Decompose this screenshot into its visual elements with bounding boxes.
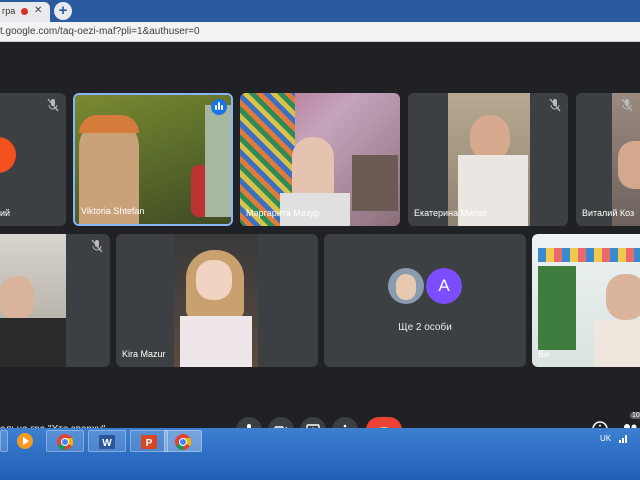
- participant-tile[interactable]: Kira Mazur: [116, 234, 318, 367]
- svg-text:P: P: [146, 438, 153, 449]
- video-feed: [612, 93, 640, 226]
- chrome-icon: [57, 434, 74, 451]
- mic-off-icon: [47, 98, 59, 112]
- chrome-icon: [175, 434, 192, 451]
- new-tab-button[interactable]: +: [54, 2, 72, 20]
- face-shape: [196, 260, 232, 300]
- hair-shape: [79, 115, 139, 133]
- word-taskbar-button[interactable]: W: [88, 430, 126, 452]
- taskbar-item[interactable]: [0, 430, 8, 452]
- participant-name: Екатерина Милет: [414, 208, 488, 218]
- person-silhouette: [618, 141, 640, 189]
- address-bar[interactable]: t.google.com/taq-oezi-maf?pli=1&authuser…: [0, 22, 640, 42]
- meeting-stage: ий Viktoria Shtefan Маргарита Мазур Екат…: [0, 43, 640, 426]
- avatar: A: [426, 268, 462, 304]
- participant-name: ий: [0, 208, 11, 218]
- participant-tile[interactable]: Ви: [532, 234, 640, 367]
- person-silhouette: [606, 274, 640, 320]
- powerpoint-icon: P: [141, 435, 157, 449]
- video-feed: [174, 234, 258, 367]
- avatar-letter: A: [438, 276, 450, 295]
- board-shape: [538, 266, 576, 350]
- recording-indicator-icon: [21, 8, 28, 15]
- participant-tile[interactable]: Виталий Коз: [576, 93, 640, 226]
- clothing-shape: [0, 318, 66, 367]
- url-text: t.google.com/taq-oezi-maf?pli=1&authuser…: [0, 26, 200, 37]
- video-feed: [75, 95, 231, 224]
- participant-name: Ви: [538, 349, 550, 359]
- shirt-shape: [594, 320, 640, 367]
- participant-tile[interactable]: [0, 234, 110, 367]
- tab-title: гра: [2, 6, 16, 16]
- wall-decor-shape: [538, 248, 640, 262]
- more-participants-label: Ще 2 особи: [398, 322, 452, 333]
- word-icon: W: [99, 435, 115, 449]
- mic-off-icon: [621, 98, 633, 112]
- video-feed: [0, 234, 66, 367]
- person-silhouette: [292, 137, 334, 197]
- video-feed: [240, 93, 400, 226]
- participant-count-badge: 10: [630, 412, 640, 419]
- participant-tile[interactable]: Viktoria Shtefan: [73, 93, 233, 226]
- person-silhouette: [0, 276, 34, 320]
- participant-tile[interactable]: A Ще 2 особи: [324, 234, 526, 367]
- browser-tab-strip: гра ✕ +: [0, 0, 640, 22]
- participant-tile[interactable]: Маргарита Мазур: [240, 93, 400, 226]
- shelf-shape: [352, 155, 398, 211]
- media-player-icon: [17, 433, 33, 449]
- chrome-taskbar-button[interactable]: [46, 430, 84, 452]
- video-feed: [532, 234, 640, 367]
- participant-tile[interactable]: Екатерина Милет: [408, 93, 568, 226]
- avatar: [0, 137, 16, 173]
- participant-name: Kira Mazur: [122, 349, 166, 359]
- participant-name: Виталий Коз: [582, 208, 635, 218]
- powerpoint-taskbar-button[interactable]: P: [130, 430, 168, 452]
- svg-text:W: W: [102, 438, 112, 449]
- mic-off-icon: [91, 239, 103, 253]
- keyboard-language[interactable]: UK: [600, 434, 611, 443]
- network-icon[interactable]: [618, 434, 628, 444]
- participant-name: Viktoria Shtefan: [81, 206, 145, 216]
- mic-off-icon: [549, 98, 561, 112]
- avatar: [388, 268, 424, 304]
- video-feed: [448, 93, 530, 226]
- chrome-active-taskbar-button[interactable]: [164, 430, 202, 452]
- media-player-button[interactable]: [10, 430, 40, 452]
- wall-shape: [205, 105, 231, 217]
- tab-close-icon[interactable]: ✕: [34, 5, 42, 16]
- shirt-shape: [180, 316, 252, 367]
- participant-name: Маргарита Мазур: [246, 208, 320, 218]
- speaking-indicator-icon: [211, 99, 227, 115]
- browser-tab[interactable]: гра ✕: [0, 2, 50, 22]
- participant-tile[interactable]: ий: [0, 93, 66, 226]
